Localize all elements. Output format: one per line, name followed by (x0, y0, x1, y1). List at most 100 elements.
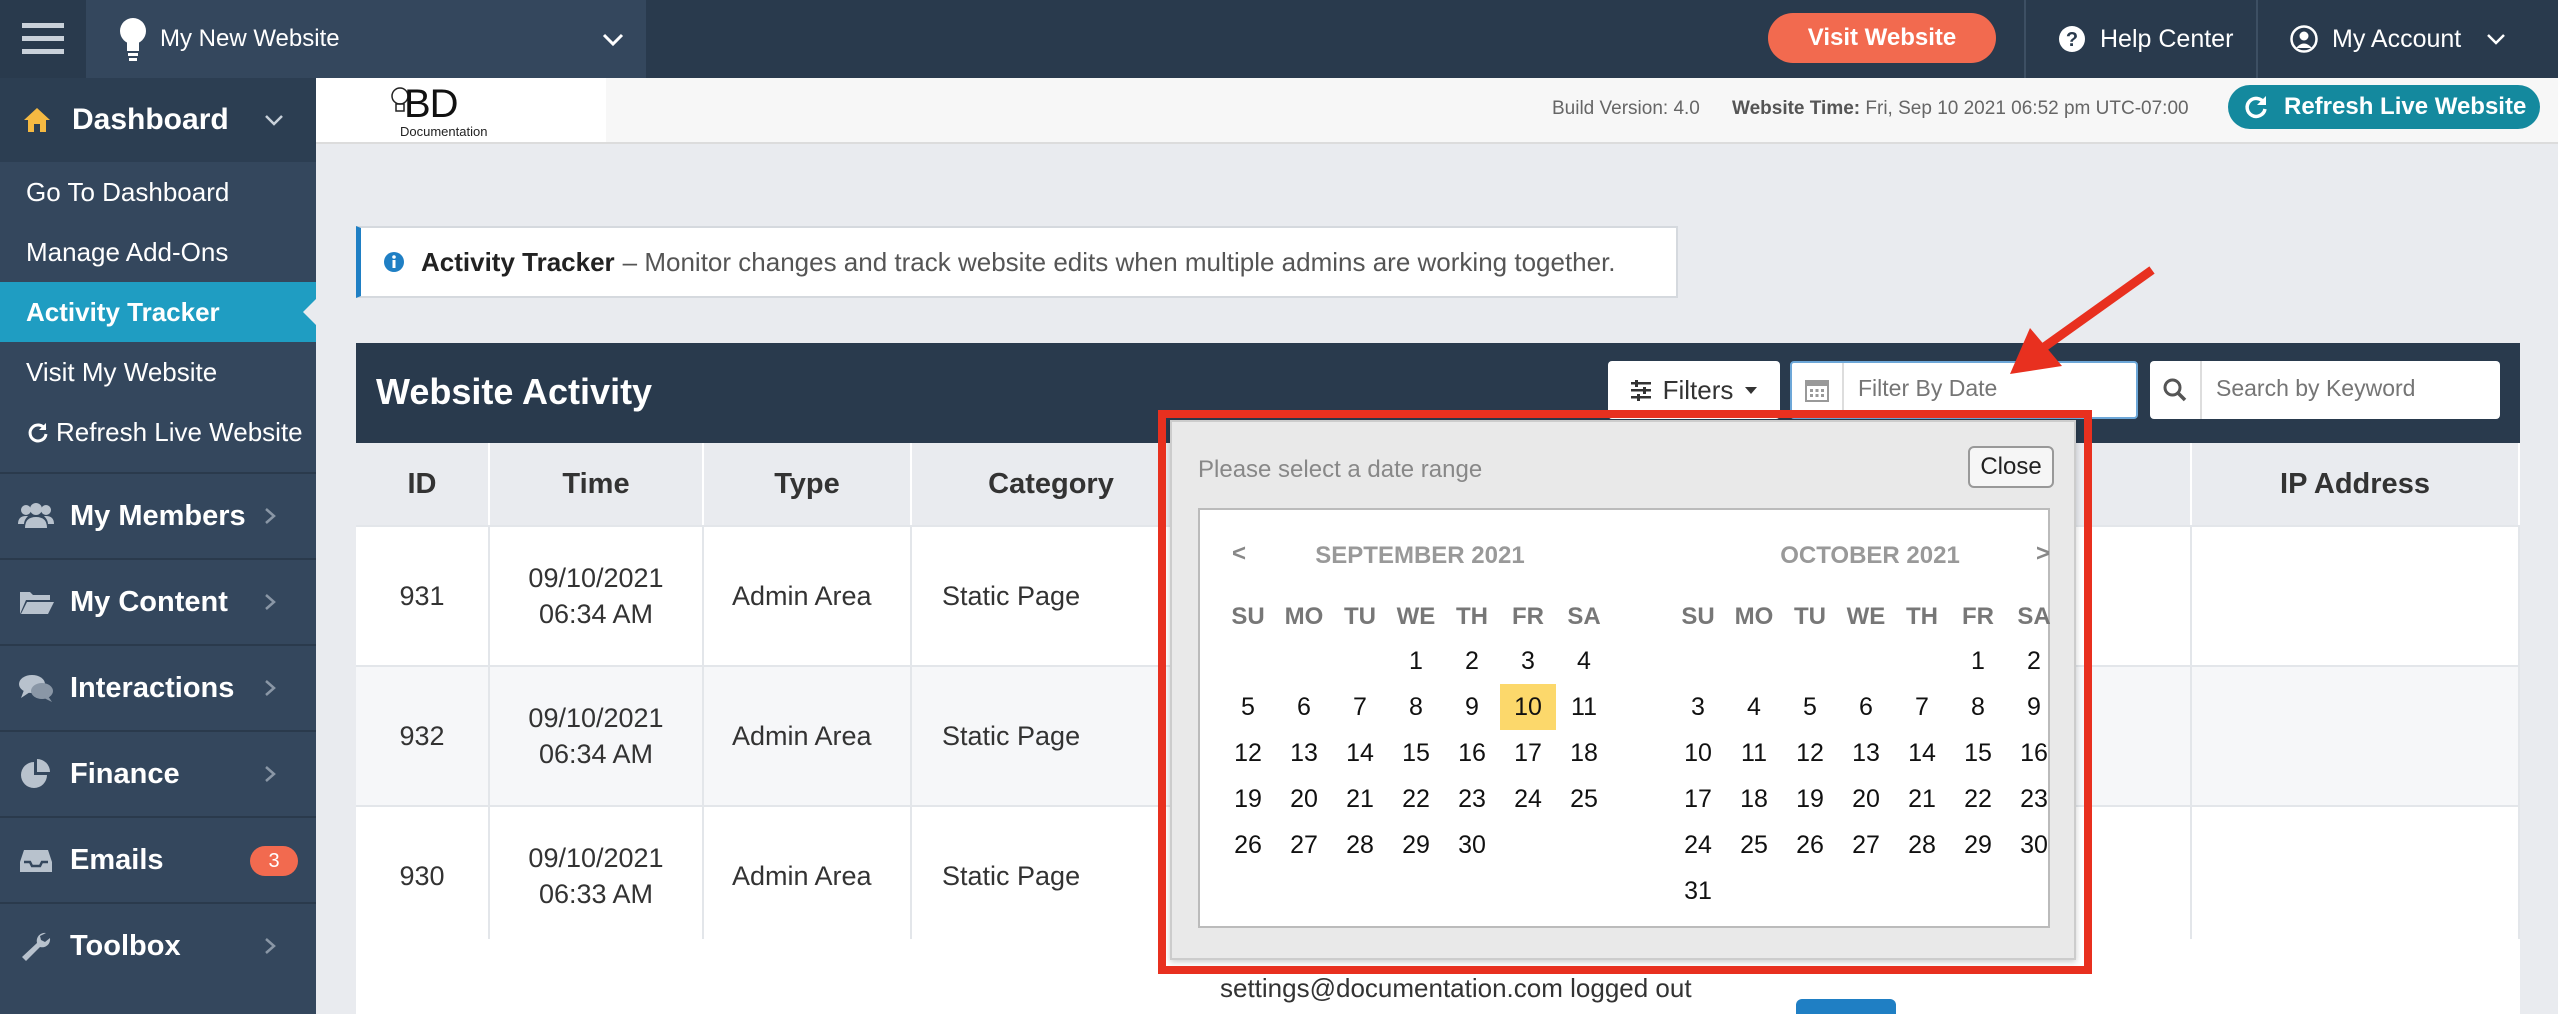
submenu-visit-my-website[interactable]: Visit My Website (0, 342, 316, 402)
day-cell[interactable]: 13 (1276, 730, 1332, 776)
day-cell[interactable]: 14 (1894, 730, 1950, 776)
sidebar-item-my-content[interactable]: My Content (0, 558, 316, 644)
day-cell[interactable]: 19 (1220, 776, 1276, 822)
refresh-label: Refresh Live Website (2284, 93, 2527, 120)
submenu-label: Go To Dashboard (26, 176, 230, 207)
day-cell[interactable]: 18 (1726, 776, 1782, 822)
site-logo[interactable]: BD Documentation (316, 78, 606, 142)
sidebar-item-my-members[interactable]: My Members (0, 472, 316, 558)
submenu-manage-add-ons[interactable]: Manage Add-Ons (0, 222, 316, 282)
day-cell[interactable]: 22 (1950, 776, 2006, 822)
keyword-search-input[interactable] (2216, 375, 2476, 402)
day-cell[interactable]: 16 (1444, 730, 1500, 776)
day-cell[interactable]: 9 (2006, 684, 2062, 730)
my-account-menu[interactable]: My Account (2290, 0, 2507, 78)
date-filter-input[interactable] (1858, 375, 2118, 402)
column-header-ip-address[interactable]: IP Address (2192, 443, 2520, 525)
empty-day-cell (1726, 638, 1782, 684)
day-cell[interactable]: 6 (1276, 684, 1332, 730)
day-cell[interactable]: 7 (1332, 684, 1388, 730)
sidebar-item-emails[interactable]: Emails 3 (0, 816, 316, 902)
day-cell[interactable]: 26 (1782, 822, 1838, 868)
view-button[interactable] (1796, 999, 1896, 1014)
day-cell[interactable]: 23 (2006, 776, 2062, 822)
sidebar-item-interactions[interactable]: Interactions (0, 644, 316, 730)
week-row: 10 11 12 13 14 15 16 (1670, 730, 2070, 776)
day-cell[interactable]: 1 (1388, 638, 1444, 684)
day-cell[interactable]: 18 (1556, 730, 1612, 776)
day-cell[interactable]: 16 (2006, 730, 2062, 776)
day-cell[interactable]: 26 (1220, 822, 1276, 868)
day-cell[interactable]: 6 (1838, 684, 1894, 730)
day-cell[interactable]: 8 (1950, 684, 2006, 730)
sidebar-item-toolbox[interactable]: Toolbox (0, 902, 316, 988)
day-cell[interactable]: 9 (1444, 684, 1500, 730)
cell-id: 931 (356, 527, 490, 665)
day-cell[interactable]: 24 (1670, 822, 1726, 868)
day-cell[interactable]: 3 (1670, 684, 1726, 730)
filters-button[interactable]: Filters (1608, 361, 1780, 419)
refresh-live-website-button[interactable]: Refresh Live Website (2228, 85, 2540, 129)
day-cell[interactable]: 10 (1500, 684, 1556, 730)
column-header-time[interactable]: Time (490, 443, 704, 525)
day-cell[interactable]: 17 (1500, 730, 1556, 776)
day-cell[interactable]: 22 (1388, 776, 1444, 822)
day-cell[interactable]: 28 (1332, 822, 1388, 868)
day-cell[interactable]: 11 (1556, 684, 1612, 730)
day-cell[interactable]: 23 (1444, 776, 1500, 822)
day-cell[interactable]: 27 (1276, 822, 1332, 868)
day-cell[interactable]: 17 (1670, 776, 1726, 822)
date-filter-field[interactable] (1790, 361, 2138, 419)
day-cell[interactable]: 30 (1444, 822, 1500, 868)
day-cell[interactable]: 19 (1782, 776, 1838, 822)
website-selector[interactable]: My New Website (86, 0, 646, 78)
visit-website-button[interactable]: Visit Website (1768, 13, 1996, 63)
day-cell[interactable]: 25 (1556, 776, 1612, 822)
day-cell[interactable]: 5 (1782, 684, 1838, 730)
day-cell[interactable]: 20 (1838, 776, 1894, 822)
day-cell[interactable]: 11 (1726, 730, 1782, 776)
day-cell[interactable]: 28 (1894, 822, 1950, 868)
sidebar-item-dashboard[interactable]: Dashboard (0, 78, 316, 162)
day-cell[interactable]: 29 (1950, 822, 2006, 868)
day-cell[interactable]: 15 (1950, 730, 2006, 776)
day-cell[interactable]: 29 (1388, 822, 1444, 868)
day-cell[interactable]: 31 (1670, 868, 1726, 914)
day-cell[interactable]: 7 (1894, 684, 1950, 730)
keyword-search-field[interactable] (2150, 361, 2500, 419)
day-cell[interactable]: 13 (1838, 730, 1894, 776)
day-cell[interactable]: 20 (1276, 776, 1332, 822)
day-cell[interactable]: 4 (1726, 684, 1782, 730)
submenu-refresh-live-website[interactable]: Refresh Live Website (0, 402, 316, 462)
day-cell[interactable]: 5 (1220, 684, 1276, 730)
day-cell[interactable]: 3 (1500, 638, 1556, 684)
day-cell[interactable]: 21 (1332, 776, 1388, 822)
day-cell[interactable]: 1 (1950, 638, 2006, 684)
menu-icon[interactable] (0, 0, 86, 78)
divider (2024, 0, 2026, 78)
day-cell[interactable]: 4 (1556, 638, 1612, 684)
day-cell[interactable]: 27 (1838, 822, 1894, 868)
day-cell[interactable]: 25 (1726, 822, 1782, 868)
day-cell[interactable]: 2 (2006, 638, 2062, 684)
day-cell[interactable]: 2 (1444, 638, 1500, 684)
day-cell[interactable]: 14 (1332, 730, 1388, 776)
day-cell[interactable]: 30 (2006, 822, 2062, 868)
next-month-button[interactable]: > (2036, 540, 2050, 568)
help-center-link[interactable]: ? Help Center (2058, 0, 2233, 78)
column-header-id[interactable]: ID (356, 443, 490, 525)
day-cell[interactable]: 21 (1894, 776, 1950, 822)
day-cell[interactable]: 8 (1388, 684, 1444, 730)
day-cell[interactable]: 10 (1670, 730, 1726, 776)
sidebar-item-finance[interactable]: Finance (0, 730, 316, 816)
column-header-type[interactable]: Type (704, 443, 912, 525)
day-cell[interactable]: 24 (1500, 776, 1556, 822)
submenu-activity-tracker[interactable]: Activity Tracker (0, 282, 317, 342)
weekday-label: FR (1512, 603, 1544, 630)
day-cell[interactable]: 12 (1220, 730, 1276, 776)
submenu-go-to-dashboard[interactable]: Go To Dashboard (0, 162, 316, 222)
day-cell[interactable]: 15 (1388, 730, 1444, 776)
day-cell[interactable]: 12 (1782, 730, 1838, 776)
column-header-category[interactable]: Category (912, 443, 1192, 525)
close-button[interactable]: Close (1968, 446, 2054, 488)
